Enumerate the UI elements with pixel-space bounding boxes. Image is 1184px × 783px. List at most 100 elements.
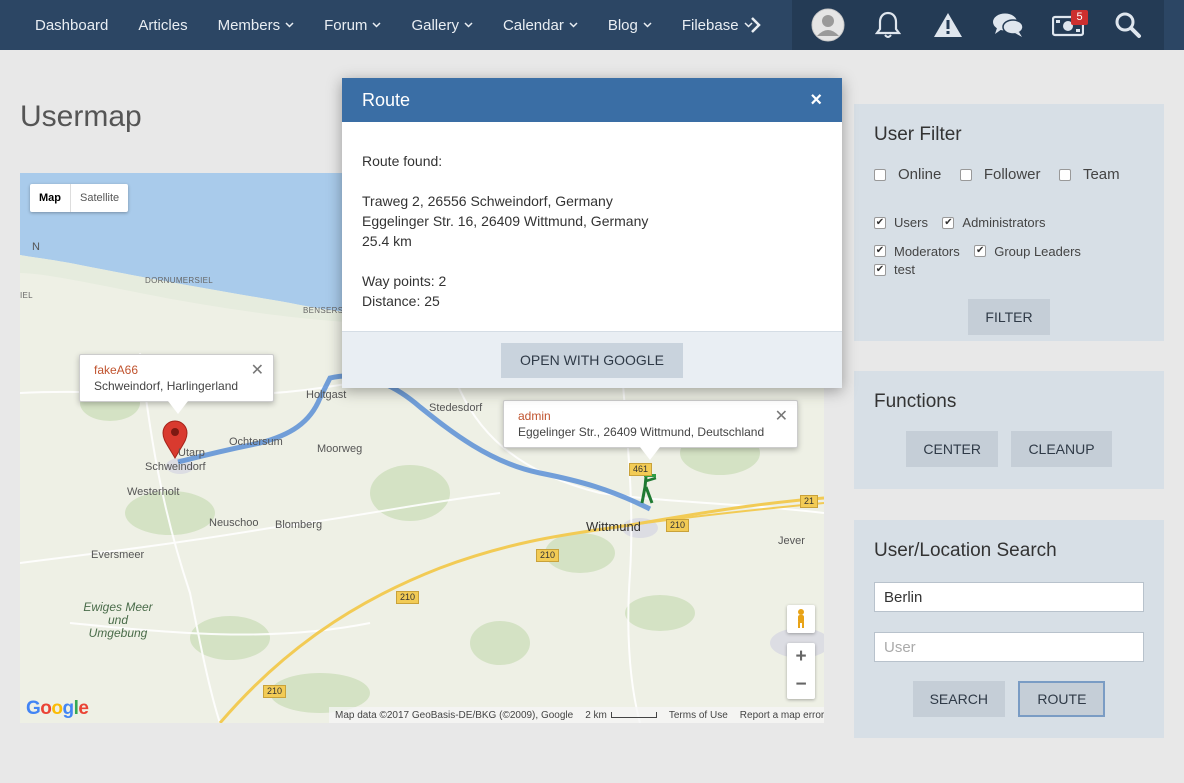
panel-title: Functions — [874, 391, 957, 412]
zoom-in-button[interactable]: + — [787, 643, 815, 671]
checkmark-icon[interactable]: ✔ — [874, 216, 886, 229]
map-label-wittmund: Wittmund — [586, 519, 641, 534]
menu-gallery[interactable]: Gallery — [396, 0, 488, 50]
info-window-tail — [640, 447, 660, 460]
road-shield: 461 — [629, 463, 653, 476]
menu-label: Dashboard — [35, 16, 109, 34]
user-input[interactable] — [874, 632, 1144, 662]
search-icon[interactable] — [1110, 7, 1146, 43]
search-button[interactable]: SEARCH — [912, 681, 1005, 717]
map-type-satellite-button[interactable]: Satellite — [70, 184, 128, 212]
scale-label: 2 km — [585, 709, 607, 721]
map-label-iel: IEL — [20, 291, 33, 300]
route-button[interactable]: ROUTE — [1018, 681, 1106, 717]
chevron-right-icon[interactable] — [744, 0, 768, 50]
scale-bar — [610, 711, 657, 718]
map-label-bensersiel: BENSERS — [303, 306, 344, 315]
chevron-down-icon — [464, 22, 473, 28]
chat-icon[interactable] — [990, 7, 1026, 43]
filter-team-checkbox[interactable]: Team — [1058, 166, 1120, 183]
center-button[interactable]: CENTER — [906, 431, 998, 467]
menu-calendar[interactable]: Calendar — [488, 0, 593, 50]
map-label-blomberg: Blomberg — [275, 519, 323, 531]
menu-label: Filebase — [681, 16, 739, 34]
checkbox-label: test — [894, 262, 915, 277]
close-icon[interactable]: ✕ — [775, 406, 788, 426]
checkbox-label: Group Leaders — [994, 243, 1081, 259]
checkbox-label: Follower — [983, 166, 1041, 183]
menu-forum[interactable]: Forum — [309, 0, 396, 50]
location-input[interactable] — [874, 582, 1144, 612]
menu-label: Calendar — [502, 16, 564, 34]
map-data-credit: Map data ©2017 GeoBasis-DE/BKG (©2009), … — [335, 709, 574, 721]
map-type-map-button[interactable]: Map — [30, 184, 70, 212]
menu-dashboard[interactable]: Dashboard — [20, 0, 123, 50]
map-label-n: N — [32, 241, 40, 253]
map-label-stedesdorf: Stedesdorf — [429, 402, 483, 414]
dialog-body: Route found: Traweg 2, 26556 Schweindorf… — [342, 122, 842, 331]
warning-icon[interactable] — [930, 7, 966, 43]
road-shield: 21 — [800, 495, 819, 508]
open-with-google-button[interactable]: OPEN WITH GOOGLE — [501, 342, 683, 378]
menu-label: Blog — [607, 16, 638, 34]
avatar[interactable] — [810, 7, 846, 43]
menu-label: Members — [217, 16, 281, 34]
chevron-down-icon — [285, 22, 294, 28]
info-window-fakea66: fakeA66 Schweindorf, Harlingerland ✕ — [79, 354, 274, 414]
group-test-checkbox[interactable]: ✔ test — [874, 262, 915, 277]
zoom-out-button[interactable]: − — [787, 671, 815, 699]
checkbox-label: Moderators — [894, 243, 960, 259]
pegman-icon[interactable] — [787, 605, 815, 633]
menu-members[interactable]: Members — [203, 0, 310, 50]
filter-online-checkbox[interactable]: Online — [874, 166, 941, 183]
group-leaders-checkbox[interactable]: ✔ Group Leaders — [974, 244, 1081, 259]
road-shield: 210 — [536, 549, 560, 562]
close-icon[interactable]: × — [810, 89, 822, 112]
route-from: Traweg 2, 26556 Schweindorf, Germany — [362, 193, 613, 209]
checkmark-icon[interactable]: ✔ — [874, 245, 886, 257]
terms-link[interactable]: Terms of Use — [669, 710, 728, 721]
checkmark-icon[interactable]: ✔ — [942, 216, 955, 229]
chevron-down-icon — [569, 22, 578, 28]
menu-blog[interactable]: Blog — [593, 0, 667, 50]
checkbox-label: Team — [1082, 166, 1120, 183]
checkmark-icon[interactable]: ✔ — [874, 263, 886, 276]
marker-address: Eggelinger Str., 26409 Wittmund, Deutsch… — [518, 425, 765, 439]
page-title: Usermap — [20, 100, 142, 133]
info-window-tail — [168, 401, 188, 414]
map-label-jever: Jever — [778, 535, 805, 547]
dialog-header: Route × — [342, 78, 842, 122]
map-label-westerholt: Westerholt — [127, 486, 180, 498]
close-icon[interactable]: ✕ — [251, 360, 264, 380]
group-administrators-checkbox[interactable]: ✔ Administrators — [942, 215, 1045, 230]
money-icon[interactable]: 5 — [1050, 7, 1088, 43]
checkbox-label: Administrators — [962, 215, 1046, 230]
group-moderators-checkbox[interactable]: ✔ Moderators — [874, 244, 960, 259]
top-navigation: Dashboard Articles Members Forum Gallery… — [0, 0, 1184, 50]
map-type-control: Map Satellite — [30, 184, 129, 212]
map-label-utarp: Utarp — [178, 447, 205, 459]
functions-panel: Functions CENTER CLEANUP — [854, 371, 1164, 489]
google-logo: Google — [26, 698, 89, 719]
marker-address: Schweindorf, Harlingerland — [94, 379, 239, 393]
marker-name[interactable]: fakeA66 — [94, 363, 259, 377]
checkbox-box[interactable] — [1058, 168, 1071, 181]
route-to: Eggelinger Str. 16, 26409 Wittmund, Germ… — [362, 213, 649, 229]
chevron-down-icon — [643, 22, 652, 28]
marker-name[interactable]: admin — [518, 409, 783, 423]
checkmark-icon[interactable]: ✔ — [974, 245, 987, 257]
map-label-schweindorf: Schweindorf — [145, 461, 206, 473]
checkbox-box[interactable] — [874, 168, 886, 181]
filter-follower-checkbox[interactable]: Follower — [959, 166, 1041, 183]
route-distance: Distance: 25 — [362, 293, 440, 309]
map-label-ochtersum: Ochtersum — [229, 436, 283, 448]
report-error-link[interactable]: Report a map error — [740, 710, 824, 721]
cleanup-button[interactable]: CLEANUP — [1011, 431, 1112, 467]
group-users-checkbox[interactable]: ✔ Users — [874, 215, 928, 230]
filter-button[interactable]: FILTER — [968, 299, 1050, 335]
search-panel: User/Location Search SEARCH ROUTE — [854, 520, 1164, 738]
checkbox-box[interactable] — [959, 168, 972, 181]
menu-label: Forum — [324, 16, 368, 34]
bell-icon[interactable] — [870, 7, 906, 43]
menu-articles[interactable]: Articles — [123, 0, 202, 50]
